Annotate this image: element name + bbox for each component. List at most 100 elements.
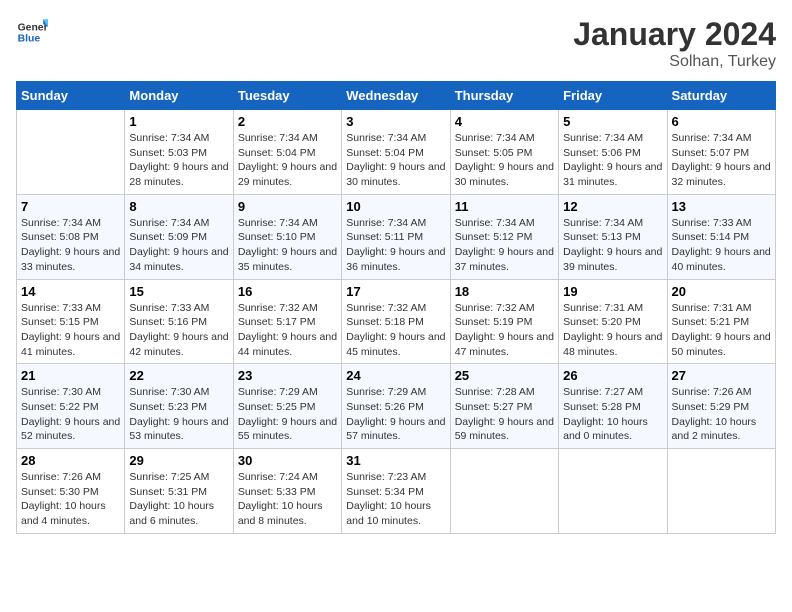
calendar-cell: 4 Sunrise: 7:34 AMSunset: 5:05 PMDaylight… (450, 110, 558, 195)
calendar-cell: 1 Sunrise: 7:34 AMSunset: 5:03 PMDaylight… (125, 110, 233, 195)
day-info: Sunrise: 7:31 AMSunset: 5:20 PMDaylight:… (563, 301, 662, 360)
calendar-week-row: 21Sunrise: 7:30 AMSunset: 5:22 PMDayligh… (17, 364, 776, 449)
calendar-week-row: 28 Sunrise: 7:26 AMSunset: 5:30 PMDayligh… (17, 449, 776, 534)
calendar-cell: 2 Sunrise: 7:34 AMSunset: 5:04 PMDaylight… (233, 110, 341, 195)
calendar-cell: 16 Sunrise: 7:32 AMSunset: 5:17 PMDayligh… (233, 279, 341, 364)
day-info: Sunrise: 7:30 AMSunset: 5:22 PMDaylight:… (21, 385, 120, 444)
day-info: Sunrise: 7:32 AMSunset: 5:17 PMDaylight:… (238, 301, 337, 360)
day-info: Sunrise: 7:31 AMSunset: 5:21 PMDaylight:… (672, 301, 771, 360)
weekday-header-monday: Monday (125, 82, 233, 110)
day-info: Sunrise: 7:34 AMSunset: 5:07 PMDaylight:… (672, 131, 771, 190)
calendar-week-row: 7 Sunrise: 7:34 AMSunset: 5:08 PMDaylight… (17, 194, 776, 279)
weekday-header-saturday: Saturday (667, 82, 775, 110)
calendar-cell: 13 Sunrise: 7:33 AMSunset: 5:14 PMDayligh… (667, 194, 775, 279)
day-number: 31 (346, 453, 445, 468)
day-number: 2 (238, 114, 337, 129)
calendar-week-row: 14 Sunrise: 7:33 AMSunset: 5:15 PMDayligh… (17, 279, 776, 364)
day-info: Sunrise: 7:23 AMSunset: 5:34 PMDaylight:… (346, 470, 445, 529)
calendar-cell: 26 Sunrise: 7:27 AMSunset: 5:28 PMDayligh… (559, 364, 667, 449)
day-number: 17 (346, 284, 445, 299)
calendar-cell: 21Sunrise: 7:30 AMSunset: 5:22 PMDayligh… (17, 364, 125, 449)
calendar-cell: 28 Sunrise: 7:26 AMSunset: 5:30 PMDayligh… (17, 449, 125, 534)
weekday-header-tuesday: Tuesday (233, 82, 341, 110)
day-number: 16 (238, 284, 337, 299)
calendar-cell: 12 Sunrise: 7:34 AMSunset: 5:13 PMDayligh… (559, 194, 667, 279)
day-number: 11 (455, 199, 554, 214)
day-info: Sunrise: 7:32 AMSunset: 5:18 PMDaylight:… (346, 301, 445, 360)
calendar-table: SundayMondayTuesdayWednesdayThursdayFrid… (16, 81, 776, 534)
day-info: Sunrise: 7:34 AMSunset: 5:05 PMDaylight:… (455, 131, 554, 190)
weekday-header-row: SundayMondayTuesdayWednesdayThursdayFrid… (17, 82, 776, 110)
day-number: 3 (346, 114, 445, 129)
generalblue-logo-icon: General Blue (16, 16, 48, 48)
day-number: 1 (129, 114, 228, 129)
calendar-cell (17, 110, 125, 195)
calendar-cell: 14 Sunrise: 7:33 AMSunset: 5:15 PMDayligh… (17, 279, 125, 364)
day-info: Sunrise: 7:32 AMSunset: 5:19 PMDaylight:… (455, 301, 554, 360)
calendar-cell: 17 Sunrise: 7:32 AMSunset: 5:18 PMDayligh… (342, 279, 450, 364)
day-number: 15 (129, 284, 228, 299)
day-number: 10 (346, 199, 445, 214)
weekday-header-friday: Friday (559, 82, 667, 110)
day-info: Sunrise: 7:34 AMSunset: 5:06 PMDaylight:… (563, 131, 662, 190)
calendar-cell: 9 Sunrise: 7:34 AMSunset: 5:10 PMDaylight… (233, 194, 341, 279)
day-info: Sunrise: 7:25 AMSunset: 5:31 PMDaylight:… (129, 470, 228, 529)
day-info: Sunrise: 7:34 AMSunset: 5:04 PMDaylight:… (346, 131, 445, 190)
day-info: Sunrise: 7:33 AMSunset: 5:15 PMDaylight:… (21, 301, 120, 360)
day-info: Sunrise: 7:34 AMSunset: 5:03 PMDaylight:… (129, 131, 228, 190)
calendar-title: January 2024 (573, 16, 776, 53)
day-info: Sunrise: 7:29 AMSunset: 5:25 PMDaylight:… (238, 385, 337, 444)
calendar-cell: 20 Sunrise: 7:31 AMSunset: 5:21 PMDayligh… (667, 279, 775, 364)
calendar-cell: 24 Sunrise: 7:29 AMSunset: 5:26 PMDayligh… (342, 364, 450, 449)
day-info: Sunrise: 7:34 AMSunset: 5:04 PMDaylight:… (238, 131, 337, 190)
day-number: 14 (21, 284, 120, 299)
calendar-cell: 27Sunrise: 7:26 AMSunset: 5:29 PMDayligh… (667, 364, 775, 449)
calendar-cell: 10 Sunrise: 7:34 AMSunset: 5:11 PMDayligh… (342, 194, 450, 279)
day-info: Sunrise: 7:34 AMSunset: 5:09 PMDaylight:… (129, 216, 228, 275)
day-number: 9 (238, 199, 337, 214)
weekday-header-wednesday: Wednesday (342, 82, 450, 110)
day-number: 22 (129, 368, 228, 383)
day-number: 12 (563, 199, 662, 214)
day-number: 13 (672, 199, 771, 214)
day-number: 23 (238, 368, 337, 383)
day-number: 30 (238, 453, 337, 468)
day-info: Sunrise: 7:30 AMSunset: 5:23 PMDaylight:… (129, 385, 228, 444)
day-number: 4 (455, 114, 554, 129)
calendar-week-row: 1 Sunrise: 7:34 AMSunset: 5:03 PMDaylight… (17, 110, 776, 195)
day-number: 29 (129, 453, 228, 468)
day-number: 5 (563, 114, 662, 129)
calendar-cell: 7 Sunrise: 7:34 AMSunset: 5:08 PMDaylight… (17, 194, 125, 279)
day-number: 28 (21, 453, 120, 468)
calendar-cell: 29 Sunrise: 7:25 AMSunset: 5:31 PMDayligh… (125, 449, 233, 534)
day-info: Sunrise: 7:34 AMSunset: 5:10 PMDaylight:… (238, 216, 337, 275)
calendar-subtitle: Solhan, Turkey (573, 53, 776, 71)
day-info: Sunrise: 7:29 AMSunset: 5:26 PMDaylight:… (346, 385, 445, 444)
calendar-cell: 25Sunrise: 7:28 AMSunset: 5:27 PMDayligh… (450, 364, 558, 449)
calendar-cell: 22 Sunrise: 7:30 AMSunset: 5:23 PMDayligh… (125, 364, 233, 449)
day-info: Sunrise: 7:33 AMSunset: 5:16 PMDaylight:… (129, 301, 228, 360)
calendar-cell (450, 449, 558, 534)
day-info: Sunrise: 7:34 AMSunset: 5:11 PMDaylight:… (346, 216, 445, 275)
day-number: 7 (21, 199, 120, 214)
calendar-cell: 30Sunrise: 7:24 AMSunset: 5:33 PMDayligh… (233, 449, 341, 534)
day-info: Sunrise: 7:33 AMSunset: 5:14 PMDaylight:… (672, 216, 771, 275)
calendar-cell (667, 449, 775, 534)
day-info: Sunrise: 7:34 AMSunset: 5:13 PMDaylight:… (563, 216, 662, 275)
calendar-cell: 31 Sunrise: 7:23 AMSunset: 5:34 PMDayligh… (342, 449, 450, 534)
calendar-cell: 8 Sunrise: 7:34 AMSunset: 5:09 PMDaylight… (125, 194, 233, 279)
day-number: 27 (672, 368, 771, 383)
day-number: 26 (563, 368, 662, 383)
calendar-cell: 18Sunrise: 7:32 AMSunset: 5:19 PMDayligh… (450, 279, 558, 364)
calendar-cell: 15 Sunrise: 7:33 AMSunset: 5:16 PMDayligh… (125, 279, 233, 364)
day-info: Sunrise: 7:27 AMSunset: 5:28 PMDaylight:… (563, 385, 662, 444)
day-number: 20 (672, 284, 771, 299)
day-number: 24 (346, 368, 445, 383)
day-info: Sunrise: 7:28 AMSunset: 5:27 PMDaylight:… (455, 385, 554, 444)
day-number: 19 (563, 284, 662, 299)
day-info: Sunrise: 7:26 AMSunset: 5:30 PMDaylight:… (21, 470, 120, 529)
day-number: 6 (672, 114, 771, 129)
svg-text:Blue: Blue (18, 34, 41, 45)
day-number: 8 (129, 199, 228, 214)
day-info: Sunrise: 7:34 AMSunset: 5:08 PMDaylight:… (21, 216, 120, 275)
